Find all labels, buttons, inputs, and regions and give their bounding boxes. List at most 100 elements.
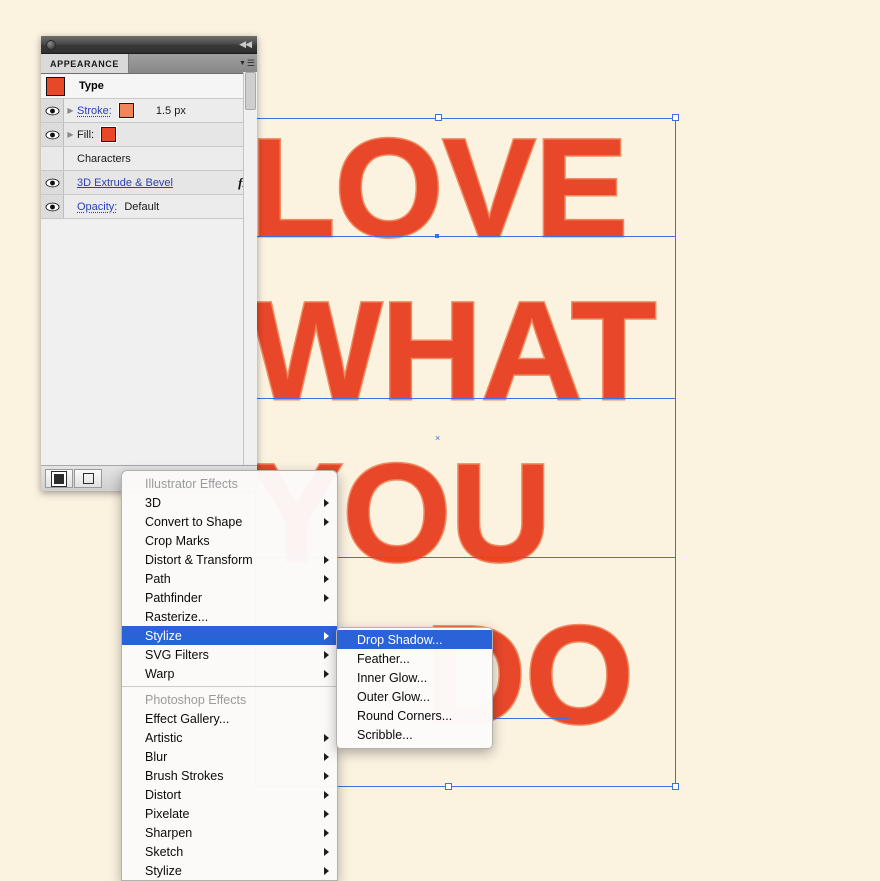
appearance-row-3d-label[interactable]: 3D Extrude & Bevel xyxy=(77,177,173,189)
submenu-arrow-icon xyxy=(324,593,329,602)
menu-item-label: Sketch xyxy=(145,844,184,859)
visibility-placeholder xyxy=(41,147,64,170)
menu-item-brush-strokes[interactable]: Brush Strokes xyxy=(122,766,337,785)
panel-body[interactable]: Type ▶ Stroke: 1.5 px ▶ Fill: Characters… xyxy=(41,74,257,468)
submenu-item-scribble[interactable]: Scribble... xyxy=(337,725,492,744)
menu-item-pathfinder[interactable]: Pathfinder xyxy=(122,588,337,607)
menu-item-label: 3D xyxy=(145,495,161,510)
submenu-arrow-icon xyxy=(324,790,329,799)
menu-item-warp[interactable]: Warp xyxy=(122,664,337,683)
panel-menu-icon[interactable]: ▼ ☰ xyxy=(237,54,257,73)
fill-color-swatch[interactable] xyxy=(100,126,118,143)
eye-icon xyxy=(44,106,60,115)
submenu-item-drop-shadow[interactable]: Drop Shadow... xyxy=(337,630,492,649)
menu-item-label: Convert to Shape xyxy=(145,514,243,529)
eye-icon xyxy=(44,178,60,187)
appearance-row-characters[interactable]: Characters xyxy=(41,147,257,171)
menu-item-label: SVG Filters xyxy=(145,647,209,662)
submenu-arrow-icon xyxy=(324,733,329,742)
submenu-item-label: Round Corners... xyxy=(357,708,453,723)
menu-item-effect-gallery[interactable]: Effect Gallery... xyxy=(122,709,337,728)
menu-item-distort[interactable]: Distort xyxy=(122,785,337,804)
appearance-row-3d-extrude-bevel[interactable]: 3D Extrude & Bevel fx xyxy=(41,171,257,195)
submenu-arrow-icon xyxy=(324,650,329,659)
submenu-item-outer-glow[interactable]: Outer Glow... xyxy=(337,687,492,706)
disclosure-triangle-icon[interactable]: ▶ xyxy=(64,130,77,139)
visibility-toggle-effect[interactable] xyxy=(41,171,64,194)
selection-handle-top-center[interactable] xyxy=(435,114,442,121)
submenu-item-label: Drop Shadow... xyxy=(357,632,443,647)
close-icon[interactable] xyxy=(46,40,56,50)
visibility-toggle-stroke[interactable] xyxy=(41,99,64,122)
appearance-row-opacity-label[interactable]: Opacity: xyxy=(77,201,117,213)
menu-item-crop-marks[interactable]: Crop Marks xyxy=(122,531,337,550)
panel-scrollbar-thumb[interactable] xyxy=(245,72,256,110)
text-center-mark: × xyxy=(435,433,441,443)
menu-item-path[interactable]: Path xyxy=(122,569,337,588)
menu-item-stylize[interactable]: Stylize xyxy=(122,626,337,645)
add-new-stroke-button[interactable] xyxy=(45,469,73,488)
menu-item-pixelate[interactable]: Pixelate xyxy=(122,804,337,823)
menu-item-3d[interactable]: 3D xyxy=(122,493,337,512)
menu-item-distort-and-transform[interactable]: Distort & Transform xyxy=(122,550,337,569)
menu-item-sketch[interactable]: Sketch xyxy=(122,842,337,861)
menu-section-label: Photoshop Effects xyxy=(145,692,247,707)
submenu-arrow-icon xyxy=(324,866,329,875)
submenu-item-round-corners[interactable]: Round Corners... xyxy=(337,706,492,725)
submenu-item-inner-glow[interactable]: Inner Glow... xyxy=(337,668,492,687)
eye-icon xyxy=(44,130,60,139)
visibility-toggle-fill[interactable] xyxy=(41,123,64,146)
add-new-fill-button[interactable] xyxy=(74,469,102,488)
submenu-arrow-icon xyxy=(324,752,329,761)
menu-section-photoshop-effects: Photoshop Effects xyxy=(122,690,337,709)
target-color-swatch[interactable] xyxy=(46,76,65,96)
appearance-row-fill-label[interactable]: Fill: xyxy=(77,129,94,141)
menu-item-stylize-photoshop[interactable]: Stylize xyxy=(122,861,337,880)
appearance-row-stroke[interactable]: ▶ Stroke: 1.5 px xyxy=(41,99,257,123)
menu-item-blur[interactable]: Blur xyxy=(122,747,337,766)
selection-handle-bottom-right[interactable] xyxy=(672,783,679,790)
menu-item-label: Distort & Transform xyxy=(145,552,253,567)
selection-handle-bottom-center[interactable] xyxy=(445,783,452,790)
submenu-item-feather[interactable]: Feather... xyxy=(337,649,492,668)
submenu-arrow-icon xyxy=(324,498,329,507)
opacity-value[interactable]: Default xyxy=(124,201,159,213)
tab-appearance[interactable]: APPEARANCE xyxy=(41,54,130,73)
submenu-item-label: Inner Glow... xyxy=(357,670,428,685)
menu-item-label: Rasterize... xyxy=(145,609,209,624)
submenu-arrow-icon xyxy=(324,669,329,678)
submenu-arrow-icon xyxy=(324,847,329,856)
appearance-panel[interactable]: ◀◀ APPEARANCE ▼ ☰ Type ▶ Stroke: 1.5 px … xyxy=(41,36,257,491)
collapse-arrows-icon[interactable]: ◀◀ xyxy=(239,39,252,50)
baseline-guide xyxy=(255,398,676,399)
panel-tabbar[interactable]: APPEARANCE ▼ ☰ xyxy=(41,54,257,74)
panel-titlebar[interactable]: ◀◀ xyxy=(41,36,257,54)
stroke-weight-value[interactable]: 1.5 px xyxy=(156,105,186,117)
appearance-row-fill[interactable]: ▶ Fill: xyxy=(41,123,257,147)
menu-item-label: Effect Gallery... xyxy=(145,711,230,726)
menu-item-label: Pathfinder xyxy=(145,590,202,605)
submenu-arrow-icon xyxy=(324,631,329,640)
menu-item-svg-filters[interactable]: SVG Filters xyxy=(122,645,337,664)
menu-item-convert-to-shape[interactable]: Convert to Shape xyxy=(122,512,337,531)
appearance-row-opacity[interactable]: Opacity: Default xyxy=(41,195,257,219)
appearance-target-row[interactable]: Type xyxy=(41,74,257,99)
submenu-arrow-icon xyxy=(324,828,329,837)
submenu-arrow-icon xyxy=(324,517,329,526)
appearance-row-stroke-label[interactable]: Stroke: xyxy=(77,105,112,117)
menu-item-sharpen[interactable]: Sharpen xyxy=(122,823,337,842)
menu-separator xyxy=(122,686,337,687)
submenu-item-label: Scribble... xyxy=(357,727,413,742)
selection-handle-top-right[interactable] xyxy=(672,114,679,121)
visibility-toggle-opacity[interactable] xyxy=(41,195,64,218)
disclosure-triangle-icon[interactable]: ▶ xyxy=(64,106,77,115)
submenu-arrow-icon xyxy=(324,809,329,818)
stroke-color-swatch[interactable] xyxy=(117,102,135,119)
panel-scrollbar[interactable] xyxy=(243,72,257,466)
stylize-submenu[interactable]: Drop Shadow... Feather... Inner Glow... … xyxy=(336,627,493,749)
menu-item-artistic[interactable]: Artistic xyxy=(122,728,337,747)
effect-context-menu[interactable]: Illustrator Effects 3D Convert to Shape … xyxy=(121,470,338,881)
menu-item-rasterize[interactable]: Rasterize... xyxy=(122,607,337,626)
menu-section-illustrator-effects: Illustrator Effects xyxy=(122,474,337,493)
appearance-row-characters-label[interactable]: Characters xyxy=(77,153,131,165)
